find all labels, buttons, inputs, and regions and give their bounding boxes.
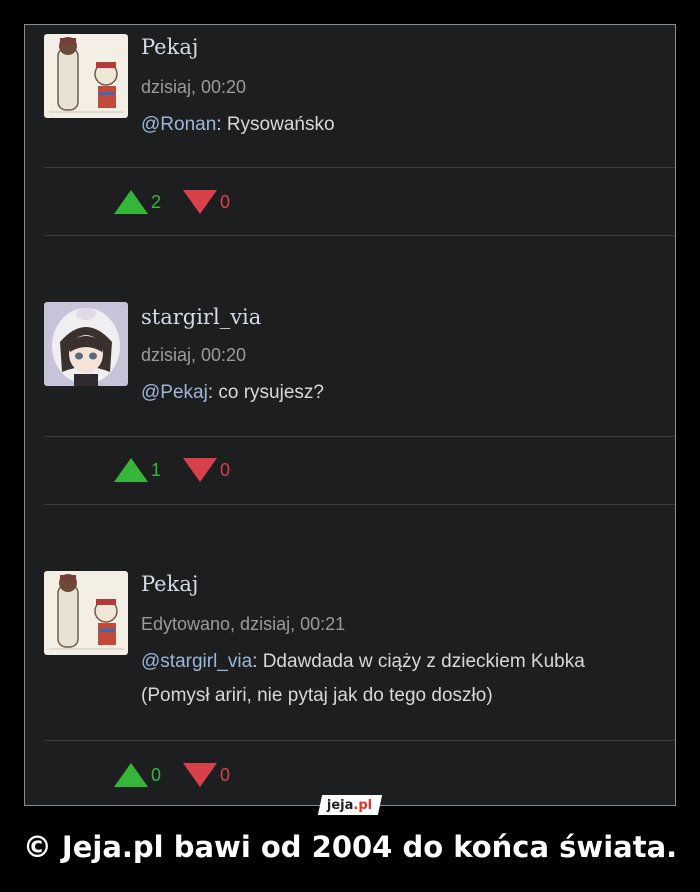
upvote-count: 2 [151, 191, 162, 212]
comment-mention[interactable]: @stargirl_via [141, 651, 252, 672]
comment-text: : co rysujesz? [207, 382, 324, 403]
upvote-arrow-icon [114, 458, 148, 482]
downvote-arrow-icon [183, 763, 217, 787]
upvote-count: 1 [151, 459, 162, 480]
comment-body: @Pekaj: co rysujesz? [141, 376, 661, 410]
avatar-drawing-icon [44, 571, 128, 655]
upvote-arrow-icon [114, 763, 148, 787]
divider [44, 740, 675, 741]
comment-timestamp: dzisiaj, 00:20 [141, 77, 247, 97]
footer-caption: © Jeja.pl bawi od 2004 do końca świata. [22, 830, 678, 864]
watermark-brand: jeja [327, 797, 354, 813]
downvote-button[interactable]: 0 [183, 458, 230, 482]
downvote-button[interactable]: 0 [183, 763, 230, 787]
comment: Pekaj Edytowano, dzisiaj, 00:21 @stargir… [25, 562, 675, 805]
upvote-button[interactable]: 2 [114, 190, 183, 214]
avatar-anime-girl-icon [44, 302, 128, 386]
divider [44, 167, 675, 168]
downvote-button[interactable]: 0 [183, 190, 230, 214]
downvote-arrow-icon [183, 190, 217, 214]
divider [44, 504, 675, 505]
comment-body: @stargirl_via: Ddawdada w ciąży z dzieck… [141, 645, 661, 713]
avatar[interactable] [44, 571, 128, 655]
avatar[interactable] [44, 34, 128, 118]
upvote-arrow-icon [114, 190, 148, 214]
comment-text: : Ddawdada w ciąży z dzieckiem Kubka [252, 651, 585, 672]
comment-author[interactable]: Pekaj [141, 35, 198, 59]
comment-text: : Rysowańsko [216, 114, 335, 135]
comment-author[interactable]: stargirl_via [141, 305, 261, 329]
vote-bar: 2 0 [114, 188, 230, 216]
upvote-button[interactable]: 0 [114, 763, 183, 787]
vote-bar: 0 0 [114, 761, 230, 789]
comment-mention[interactable]: @Ronan [141, 114, 216, 135]
downvote-count: 0 [220, 459, 231, 480]
comment: Pekaj dzisiaj, 00:20 @Ronan: Rysowańsko … [25, 25, 675, 237]
comment-mention[interactable]: @Pekaj [141, 382, 208, 403]
comment-timestamp: Edytowano, dzisiaj, 00:21 [141, 614, 346, 634]
divider [44, 436, 675, 437]
jeja-watermark-logo: jeja.pl [317, 795, 383, 815]
avatar[interactable] [44, 302, 128, 386]
comment-author[interactable]: Pekaj [141, 572, 198, 596]
downvote-count: 0 [220, 764, 231, 785]
downvote-count: 0 [220, 191, 231, 212]
comment-timestamp: dzisiaj, 00:20 [141, 345, 247, 365]
comments-panel: Pekaj dzisiaj, 00:20 @Ronan: Rysowańsko … [24, 24, 676, 806]
divider [44, 235, 675, 236]
watermark-tld: .pl [353, 797, 373, 813]
comment-body: @Ronan: Rysowańsko [141, 108, 661, 142]
downvote-arrow-icon [183, 458, 217, 482]
upvote-button[interactable]: 1 [114, 458, 183, 482]
upvote-count: 0 [151, 764, 162, 785]
vote-bar: 1 0 [114, 456, 230, 484]
avatar-drawing-icon [44, 34, 128, 118]
comment: stargirl_via dzisiaj, 00:20 @Pekaj: co r… [25, 293, 675, 505]
comment-text-line2: (Pomysł ariri, nie pytaj jak do tego dos… [141, 685, 493, 706]
